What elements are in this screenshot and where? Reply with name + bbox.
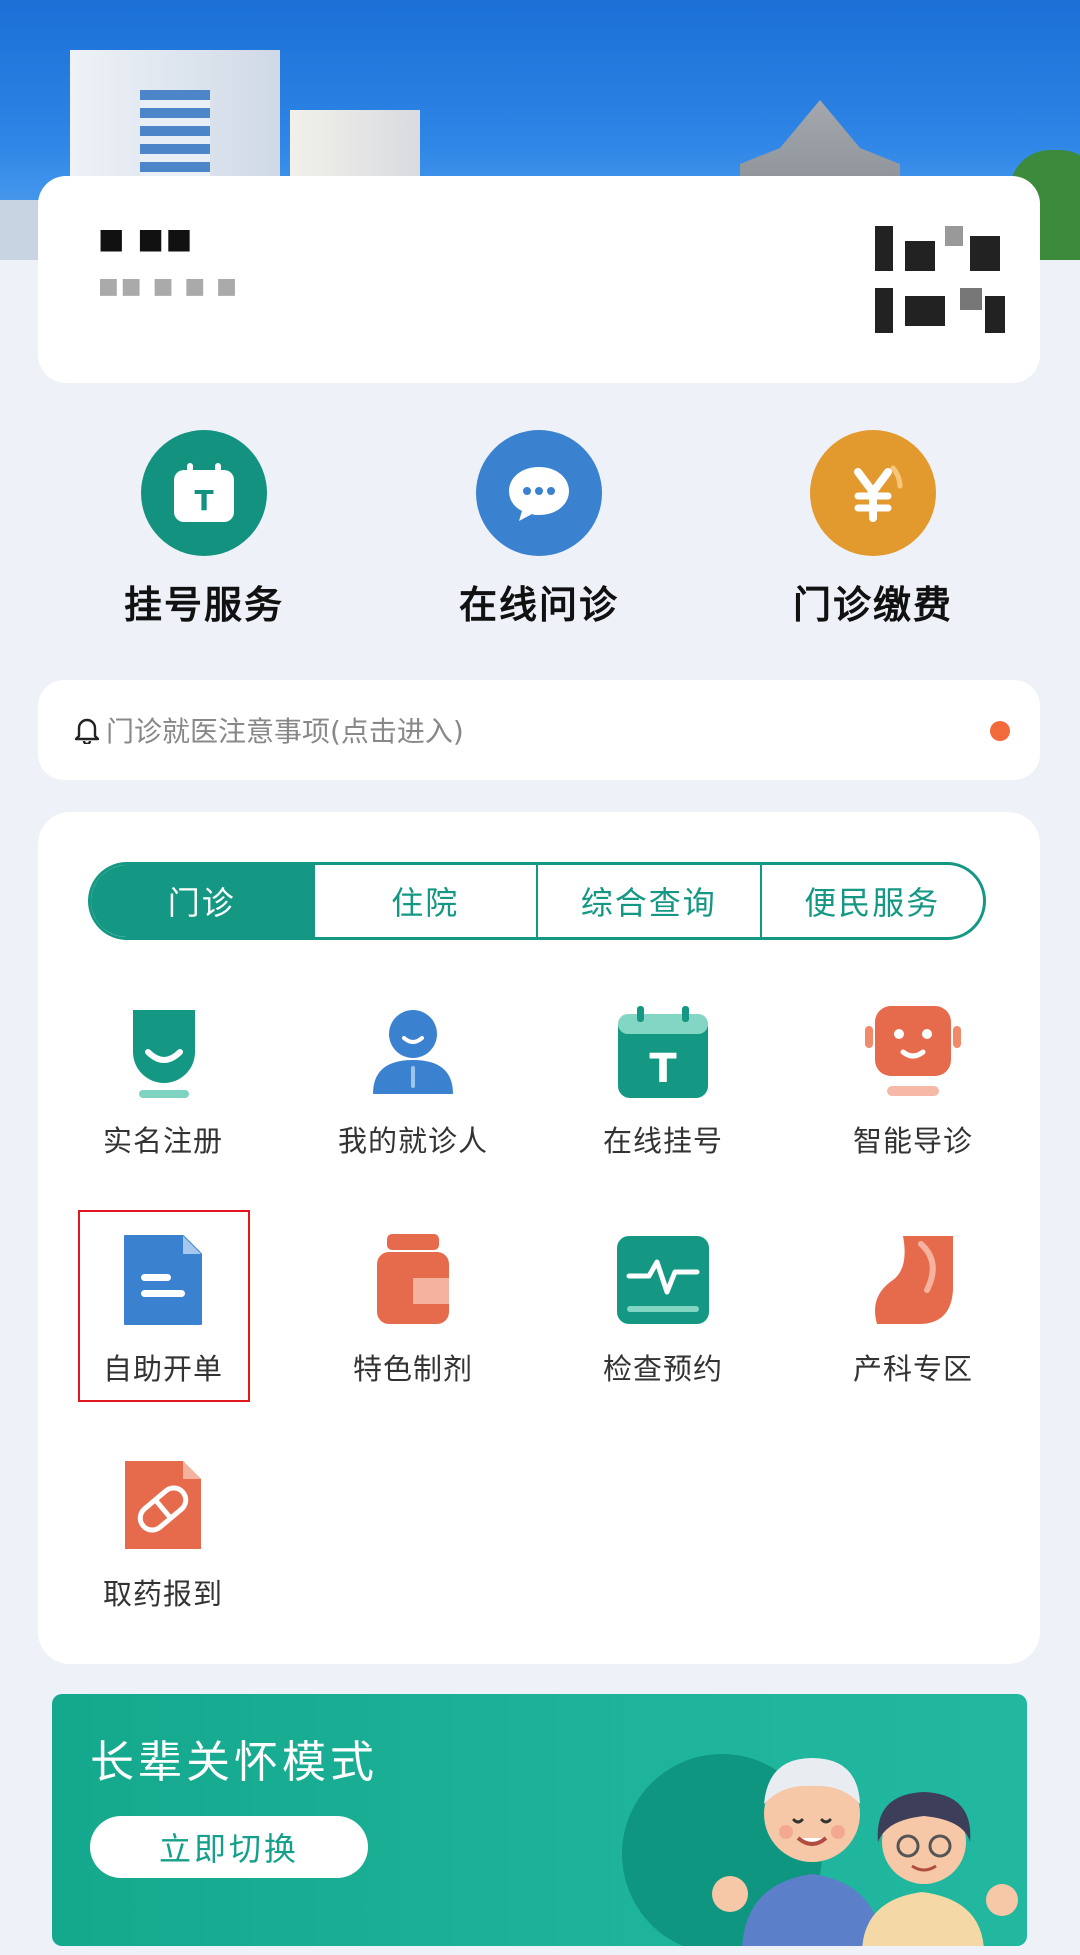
switch-elder-mode-button[interactable]: 立即切换 — [90, 1816, 368, 1878]
service-medicine-pickup-checkin[interactable]: 取药报到 — [38, 1455, 288, 1613]
quick-action-registration[interactable]: T 挂号服务 — [74, 430, 334, 629]
pregnancy-icon — [863, 1230, 963, 1330]
unread-dot — [990, 721, 1010, 741]
quick-action-outpatient-payment[interactable]: 门诊缴费 — [743, 430, 1003, 629]
heartbeat-monitor-icon — [613, 1230, 713, 1330]
service-special-preparations[interactable]: 特色制剂 — [288, 1230, 538, 1388]
service-label: 智能导诊 — [852, 1124, 973, 1158]
service-smart-triage[interactable]: 智能导诊 — [788, 1002, 1038, 1160]
notice-bar[interactable]: 门诊就医注意事项(点击进入) — [38, 680, 1040, 780]
bell-icon — [74, 718, 100, 744]
tab-convenience-services[interactable]: 便民服务 — [759, 865, 984, 937]
tab-inpatient[interactable]: 住院 — [312, 865, 537, 937]
service-exam-appointment[interactable]: 检查预约 — [538, 1230, 788, 1388]
calendar-icon: T — [141, 430, 267, 556]
yen-coin-icon — [810, 430, 936, 556]
service-self-service-order[interactable]: 自助开单 — [38, 1230, 288, 1388]
chat-bubble-icon — [476, 430, 602, 556]
service-label: 在线挂号 — [602, 1124, 723, 1158]
person-icon — [363, 1002, 463, 1102]
document-icon — [113, 1230, 213, 1330]
medicine-bottle-icon — [363, 1230, 463, 1330]
service-panel: 门诊 住院 综合查询 便民服务 实名注册 我的就诊人 T 在线挂号 智能导诊 自… — [38, 812, 1040, 1664]
pill-icon — [113, 1455, 213, 1555]
face-badge-icon — [113, 1002, 213, 1102]
quick-action-label: 门诊缴费 — [792, 583, 953, 627]
robot-icon — [863, 1002, 963, 1102]
service-obstetrics[interactable]: 产科专区 — [788, 1230, 1038, 1388]
qr-code-icon[interactable] — [875, 226, 1010, 346]
tab-comprehensive-query[interactable]: 综合查询 — [536, 865, 760, 937]
user-name: ■ ■■ — [98, 222, 195, 255]
service-label: 检查预约 — [602, 1352, 723, 1386]
service-label: 取药报到 — [102, 1577, 223, 1611]
service-label: 我的就诊人 — [337, 1124, 488, 1158]
category-tabs: 门诊 住院 综合查询 便民服务 — [88, 862, 986, 940]
notice-text: 门诊就医注意事项(点击进入) — [106, 715, 464, 748]
elderly-couple-illustration — [712, 1758, 1018, 1946]
calendar-icon: T — [613, 1002, 713, 1102]
elder-mode-banner[interactable]: 长辈关怀模式 立即切换 — [52, 1694, 1027, 1946]
user-card[interactable]: ■ ■■ ■■ ■ ■ ■ — [38, 176, 1040, 383]
user-id: ■■ ■ ■ ■ — [98, 274, 239, 299]
elder-mode-title: 长辈关怀模式 — [90, 1737, 378, 1788]
service-label: 产科专区 — [852, 1352, 973, 1386]
quick-action-label: 挂号服务 — [123, 583, 284, 627]
service-label: 自助开单 — [102, 1352, 223, 1386]
quick-action-label: 在线问诊 — [458, 583, 619, 627]
quick-action-online-consult[interactable]: 在线问诊 — [409, 430, 669, 629]
service-my-patients[interactable]: 我的就诊人 — [288, 1002, 538, 1160]
service-online-registration[interactable]: T 在线挂号 — [538, 1002, 788, 1160]
service-label: 实名注册 — [102, 1124, 223, 1158]
service-real-name-registration[interactable]: 实名注册 — [38, 1002, 288, 1160]
tab-outpatient[interactable]: 门诊 — [91, 865, 313, 937]
svg-text:T: T — [649, 1046, 677, 1092]
service-label: 特色制剂 — [352, 1352, 473, 1386]
quick-actions: T 挂号服务 在线问诊 门诊缴费 — [0, 430, 1080, 640]
svg-text:T: T — [194, 484, 213, 517]
